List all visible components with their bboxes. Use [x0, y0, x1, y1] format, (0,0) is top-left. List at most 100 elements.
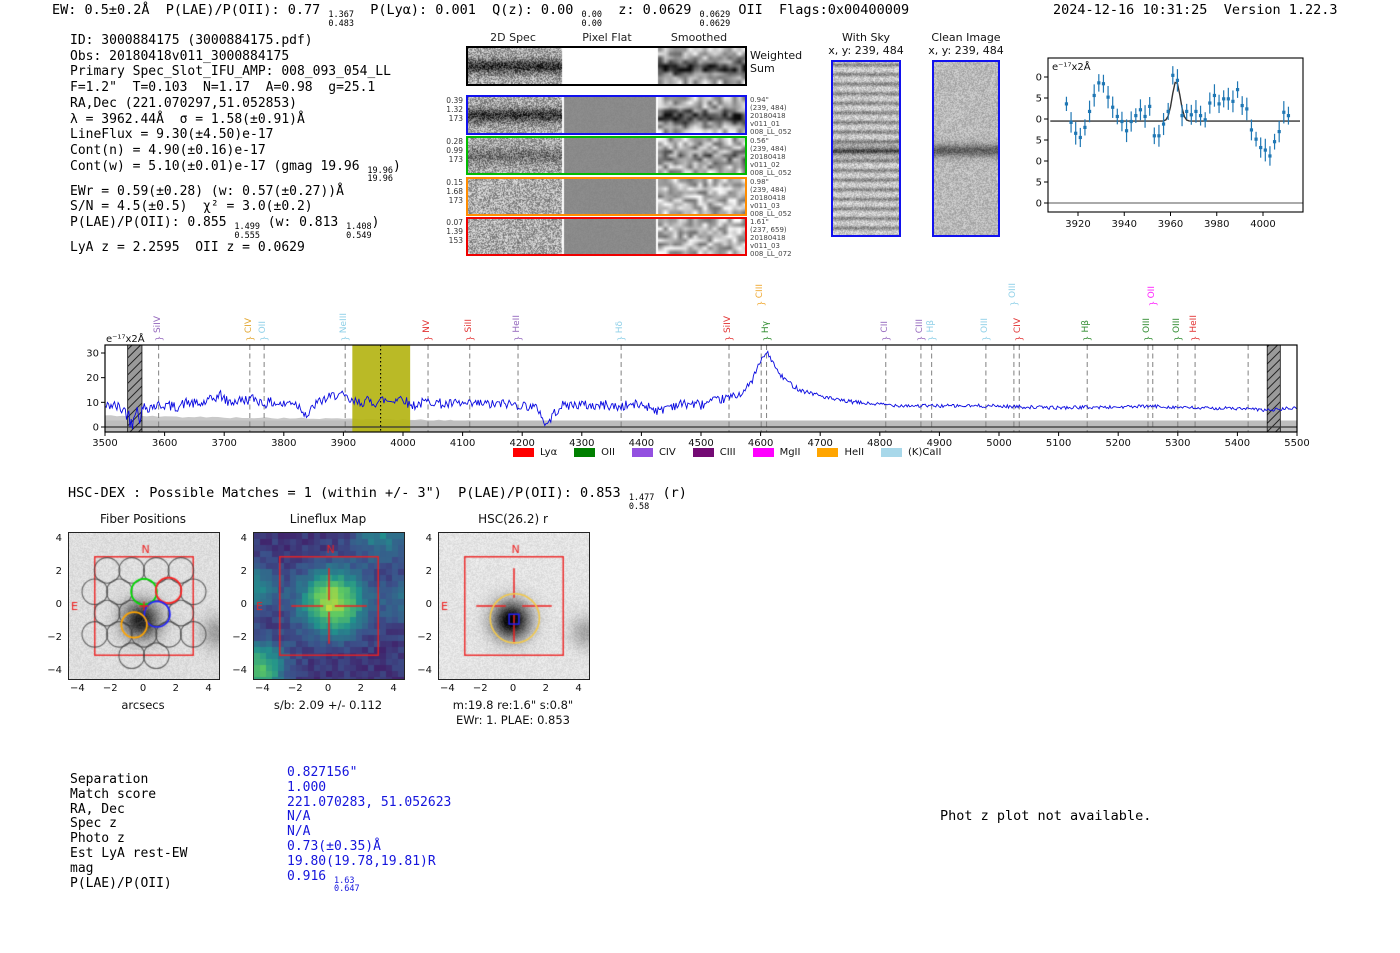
axis-tick-label: −4 — [440, 683, 455, 694]
info-line: P(LAE)/P(OII): 0.855 1.499 0.555 (w: 0.81… — [70, 215, 380, 241]
header-datetime-version: 2024-12-16 10:31:25 Version 1.22.3 — [1053, 2, 1338, 18]
svg-text:4100: 4100 — [450, 438, 475, 448]
match-row-value: N/A — [287, 809, 311, 825]
line-fit-inset-plot: 3920 3940 3960 3980 4000 0.0 2.5 5.0 7.5 10.0 12.5… — [1035, 57, 1304, 230]
info-line: LineFlux = 9.30(±4.50)e-17 — [70, 127, 274, 143]
axis-tick-label: 2 — [55, 566, 62, 578]
info-line: EWr = 0.59(±0.28) (w: 0.57(±0.27))Å — [70, 183, 344, 199]
emission-line-brace: { — [755, 300, 766, 307]
lineflux-image — [254, 533, 404, 679]
2d-strip-left-values: 0.07 1.39 153 — [446, 218, 463, 245]
photz-note: Phot z plot not available. — [940, 808, 1152, 824]
emission-line-label-ciii: CIII — [755, 283, 766, 298]
axis-tick-label: 0 — [509, 683, 517, 694]
axis-tick-label: 0 — [324, 683, 332, 694]
emission-line-label-heii: HeII — [512, 315, 523, 333]
svg-text:3940: 3940 — [1112, 219, 1137, 230]
axis-tick-label: −2 — [417, 631, 432, 643]
info-line: Cont(n) = 4.90(±0.16)e-17 — [70, 142, 266, 158]
hsc-image — [439, 533, 589, 679]
fiber-image — [69, 533, 219, 679]
info-line: RA,Dec (221.070297,51.052853) — [70, 95, 297, 111]
svg-text:20: 20 — [86, 373, 99, 384]
axis-tick-label: 2 — [542, 683, 549, 694]
fiber-2d-strip — [466, 217, 747, 256]
match-row-value: N/A — [287, 824, 311, 840]
svg-text:3800: 3800 — [271, 438, 296, 448]
sky-image — [833, 62, 899, 235]
match-row-label: Separation — [70, 772, 149, 787]
match-row-value: 19.80(19.78,19.81)R — [287, 853, 436, 869]
svg-text:5500: 5500 — [1284, 438, 1309, 448]
axis-tick-label: 2 — [240, 566, 247, 578]
legend-item-civ: CIV — [631, 447, 676, 458]
match-row-label: Photo z — [70, 831, 125, 847]
hsc-caption: m:19.8 re:1.6" s:0.8" — [452, 698, 574, 712]
axis-tick-label: −4 — [47, 664, 62, 676]
2d-strip-right-info: 0.94" (239, 484) 20180418 v011_01 008_LL_052 — [750, 96, 792, 136]
legend-swatch — [513, 448, 534, 457]
emission-line-label-oiii: OIII — [1142, 317, 1152, 333]
axis-tick-label: 4 — [575, 683, 582, 694]
svg-text:3900: 3900 — [331, 438, 356, 448]
hsc-dex-match-summary: HSC-DEX : Possible Matches = 1 (within +… — [68, 485, 687, 512]
axis-tick-label: −4 — [417, 664, 432, 676]
legend-item-(k)caii: (K)CaII — [881, 447, 941, 458]
report-version: Version 1.22.3 — [1223, 2, 1338, 18]
match-row-value: 0.916 1.63 0.647 — [287, 868, 360, 895]
svg-text:3600: 3600 — [152, 438, 177, 448]
info-line: Cont(w) = 5.10(±0.01)e-17 (gmag 19.96 19… — [70, 158, 401, 185]
axis-tick-label: −2 — [102, 683, 118, 694]
info-line: λ = 3962.44Å σ = 1.58(±0.91)Å — [70, 111, 305, 127]
legend-item-lyα: Lyα — [513, 447, 557, 458]
axis-tick-label: −2 — [47, 631, 62, 643]
axis-tick-label: 0 — [139, 683, 147, 694]
2d-strip-right-info: 0.98" (239, 484) 20180418 v011_03 008_LL_052 — [750, 178, 792, 218]
2d-spec-image — [468, 138, 745, 173]
axis-tick-label: 0 — [425, 599, 432, 610]
legend-swatch — [692, 448, 714, 457]
axis-tick-label: 4 — [205, 683, 212, 694]
svg-text:5400: 5400 — [1225, 438, 1250, 448]
legend-item-mgii: MgII — [752, 447, 800, 458]
sky-panel-title: Clean Image x, y: 239, 484 — [928, 31, 1004, 57]
2d-spec-image — [468, 48, 745, 84]
axis-tick-label: −2 — [472, 683, 488, 694]
legend-item-heii: HeII — [817, 447, 864, 458]
hsc-title: HSC(26.2) r — [478, 512, 548, 526]
legend-swatch — [817, 448, 839, 457]
svg-text:5000: 5000 — [986, 438, 1011, 448]
info-line: F=1.2" T=0.103 N=1.17 A=0.98 g=25.1 — [70, 80, 376, 96]
emission-line-label-civ: CIV — [1013, 317, 1024, 333]
2d-strip-left-values: 0.15 1.68 173 — [446, 178, 463, 205]
svg-text:5300: 5300 — [1165, 438, 1190, 448]
emission-line-label-oiii: OIII — [1007, 282, 1018, 298]
header-summary: EW: 0.5±0.2Å P(LAE)/P(OII): 0.77 1.367 0.… — [52, 2, 910, 29]
match-row-value: 221.070283, 51.052623 — [287, 794, 452, 810]
svg-text:2.5: 2.5 — [1035, 178, 1042, 189]
elixer-detection-report: EW: 0.5±0.2Å P(LAE)/P(OII): 0.77 1.367 0.… — [0, 0, 1400, 953]
axis-tick-label: 2 — [357, 683, 364, 694]
emission-line-label-oii: OII — [1146, 285, 1157, 298]
svg-text:10: 10 — [86, 398, 99, 409]
info-line: Primary Spec_Slot_IFU_AMP: 008_093_054_L… — [70, 64, 391, 80]
svg-text:0: 0 — [93, 423, 99, 434]
svg-text:5200: 5200 — [1105, 438, 1130, 448]
sky-image — [934, 62, 998, 235]
main-spectrum-plot: 3500 3600 3700 3800 3900 4000 4100 4200 4300 4400… — [86, 344, 1310, 448]
axis-tick-label: −4 — [232, 664, 247, 676]
fiber-title: Fiber Positions — [99, 512, 187, 526]
weighted-sum-strip — [466, 46, 747, 86]
axis-tick-label: −4 — [70, 683, 85, 694]
info-line: Obs: 20180418v011_3000884175 — [70, 48, 290, 64]
emission-line-label-siii: SiII — [463, 319, 474, 333]
match-row-value: 1.000 — [287, 779, 327, 795]
axis-tick-label: −2 — [232, 631, 247, 643]
report-datetime: 2024-12-16 10:31:25 — [1053, 2, 1208, 18]
axis-tick-label: 4 — [390, 683, 397, 694]
info-line: S/N = 4.5(±0.5) χ² = 3.0(±0.2) — [70, 199, 313, 215]
emission-line-label-siiv: SiIV — [723, 315, 733, 333]
lineflux-panel — [253, 532, 405, 680]
match-row-label: Est LyA rest-EW — [70, 845, 188, 861]
emission-line-label-siiv: SiIV — [152, 315, 163, 333]
